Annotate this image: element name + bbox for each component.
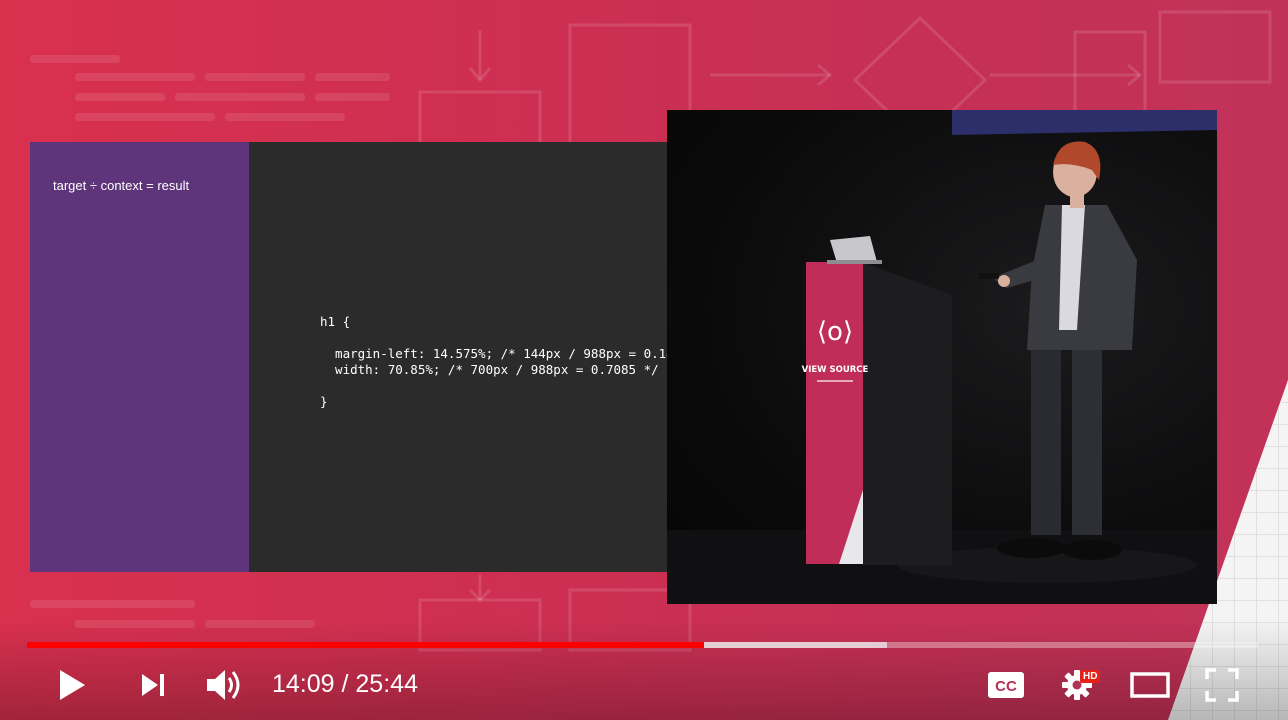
speaker-legs	[1031, 350, 1061, 535]
slide-sidebar: target ÷ context = result	[30, 142, 249, 572]
theater-mode-icon	[1130, 672, 1170, 698]
code-line: }	[320, 394, 328, 409]
code-line: width: 70.85%; /* 700px / 988px = 0.7085…	[320, 362, 659, 377]
current-time: 14:09	[272, 670, 335, 698]
speaker-camera-feed: ⟨o⟩ VIEW SOURCE	[667, 110, 1217, 604]
fullscreen-icon	[1205, 668, 1239, 702]
fullscreen-button[interactable]	[1200, 663, 1244, 707]
play-icon	[60, 670, 85, 700]
presenter-clicker	[979, 273, 999, 279]
time-separator: /	[334, 670, 356, 698]
podium-side	[862, 262, 952, 565]
hd-badge: HD	[1080, 670, 1101, 683]
play-button[interactable]	[50, 663, 94, 707]
captions-label: CC	[995, 678, 1017, 695]
podium-brand-text: VIEW SOURCE	[802, 365, 869, 375]
next-button[interactable]	[131, 663, 175, 707]
captions-icon: CC	[988, 672, 1024, 698]
duration: 25:44	[355, 670, 418, 698]
laptop	[830, 236, 877, 263]
slide-code-block: h1 { margin-left: 14.575%; /* 144px / 98…	[320, 314, 719, 410]
progress-played	[27, 642, 704, 648]
podium-logo: ⟨o⟩	[817, 317, 853, 347]
volume-button[interactable]	[202, 663, 246, 707]
volume-icon	[207, 670, 240, 700]
video-frame[interactable]: target ÷ context = result h1 { margin-le…	[0, 0, 1288, 720]
next-icon	[142, 674, 164, 696]
code-line: h1 {	[320, 314, 351, 329]
slide-caption: target ÷ context = result	[53, 178, 190, 193]
captions-button[interactable]: CC	[984, 663, 1028, 707]
time-display: 14:09 / 25:44	[272, 668, 418, 700]
speaker-scene-image: ⟨o⟩ VIEW SOURCE	[667, 110, 1217, 604]
progress-bar[interactable]	[27, 642, 1258, 648]
speaker-shoes	[997, 538, 1067, 558]
stage-banner	[952, 110, 1217, 135]
code-line: margin-left: 14.575%; /* 144px / 988px =…	[320, 346, 719, 361]
theater-mode-button[interactable]	[1128, 663, 1172, 707]
